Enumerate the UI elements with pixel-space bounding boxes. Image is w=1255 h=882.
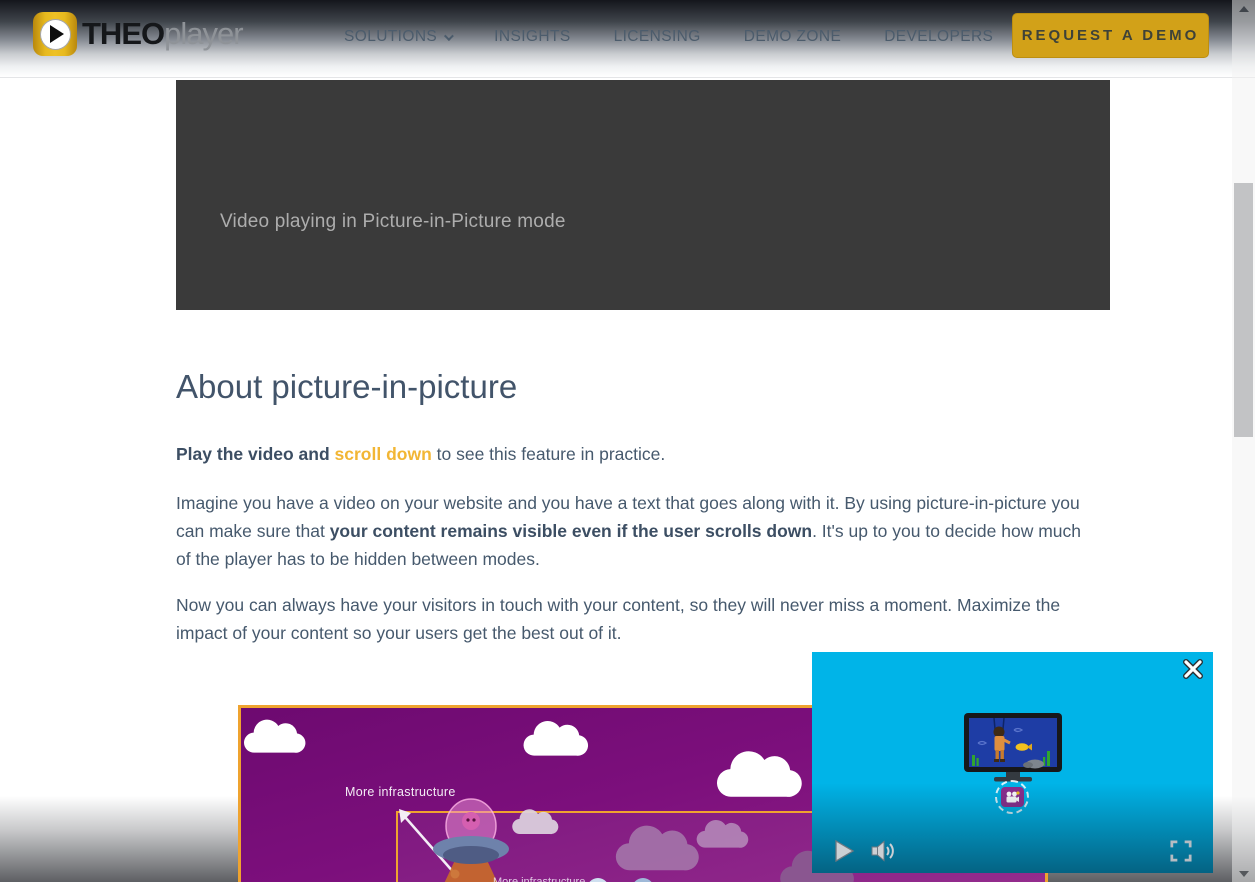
- request-demo-button[interactable]: REQUEST A DEMO: [1012, 13, 1209, 58]
- chevron-down-icon: [444, 31, 454, 41]
- cloud-icon: [711, 742, 803, 800]
- play-logo-icon: [33, 12, 77, 56]
- logo-brand-suffix: player: [164, 16, 242, 51]
- cloud-icon: [509, 803, 559, 837]
- pip-status-text: Video playing in Picture-in-Picture mode: [220, 211, 566, 233]
- logo-text: THEOplayer: [82, 12, 243, 56]
- tv-illustration: [958, 712, 1068, 784]
- scroll-up-button[interactable]: [1232, 0, 1255, 17]
- scroll-down-button[interactable]: [1232, 865, 1255, 882]
- main-video-placeholder[interactable]: Video playing in Picture-in-Picture mode: [176, 80, 1110, 310]
- intro-line: Play the video and scroll down to see th…: [176, 444, 665, 465]
- arrow-up-icon: [1239, 6, 1249, 12]
- pip-mode-badge: [995, 780, 1029, 814]
- nav-developers[interactable]: DEVELOPERS: [884, 27, 993, 47]
- paragraph-2: Now you can always have your visitors in…: [176, 591, 1098, 647]
- play-icon[interactable]: [833, 839, 855, 863]
- scrollbar-thumb[interactable]: [1234, 183, 1253, 437]
- nav-solutions[interactable]: SOLUTIONS: [344, 27, 451, 47]
- pip-player[interactable]: [812, 652, 1213, 873]
- intro-bold: Play the video and: [176, 444, 335, 464]
- scrollbar[interactable]: [1232, 0, 1255, 882]
- arrow-down-icon: [1239, 871, 1249, 877]
- cloud-icon: [519, 713, 589, 759]
- page-title: About picture-in-picture: [176, 368, 517, 406]
- cloud-icon: [238, 714, 309, 754]
- volume-icon[interactable]: [870, 839, 898, 863]
- theoplayer-logo[interactable]: THEOplayer: [33, 12, 243, 56]
- site-header: THEOplayer SOLUTIONS INSIGHTS LICENSING …: [0, 0, 1255, 78]
- nav-demo-zone[interactable]: DEMO ZONE: [744, 27, 841, 47]
- cloud-icon: [693, 812, 749, 852]
- callout-label-small: More infrastructure: [493, 876, 585, 882]
- close-icon[interactable]: [1181, 657, 1205, 681]
- main-nav: SOLUTIONS INSIGHTS LICENSING DEMO ZONE D…: [344, 27, 993, 47]
- logo-brand: THEO: [82, 16, 164, 51]
- intro-rest: to see this feature in practice.: [432, 444, 665, 464]
- nav-insights[interactable]: INSIGHTS: [494, 27, 570, 47]
- paragraph-1: Imagine you have a video on your website…: [176, 489, 1098, 573]
- scroll-down-highlight: scroll down: [335, 444, 432, 464]
- fullscreen-icon[interactable]: [1170, 840, 1192, 862]
- nav-licensing[interactable]: LICENSING: [614, 27, 701, 47]
- camera-icon: [1001, 787, 1024, 807]
